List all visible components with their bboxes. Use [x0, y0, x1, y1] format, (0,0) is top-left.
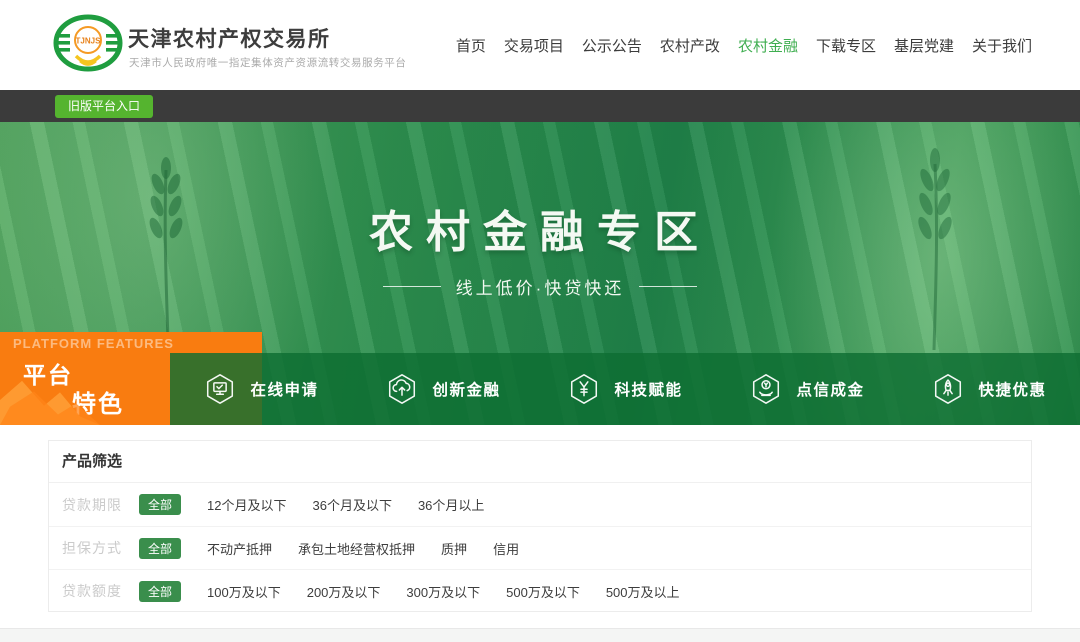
- filter-options: 100万及以下 200万及以下 300万及以下 500万及以下 500万及以上: [181, 582, 680, 601]
- nav-item[interactable]: 公示公告: [582, 35, 642, 56]
- filter-option[interactable]: 12个月及以下: [207, 495, 286, 514]
- filter-option[interactable]: 不动产抵押: [207, 539, 272, 558]
- feature-label: 科技赋能: [614, 378, 682, 400]
- old-platform-entry-button[interactable]: 旧版平台入口: [55, 95, 153, 118]
- feature-menu: 在线申请 创新金融: [170, 353, 1080, 425]
- filter-row-label: 担保方式: [62, 538, 139, 558]
- cloud-upload-icon: [385, 372, 419, 406]
- filter-option[interactable]: 300万及以下: [406, 582, 480, 601]
- filter-all-button[interactable]: 全部: [139, 581, 181, 602]
- filter-row: 贷款期限 全部 12个月及以下 36个月及以下 36个月以上: [49, 483, 1031, 526]
- site-header: TJNJS 天津农村产权交易所 天津市人民政府唯一指定集体资产资源流转交易服务平…: [0, 0, 1080, 90]
- filter-option[interactable]: 承包土地经营权抵押: [298, 539, 415, 558]
- ribbon-eyebrow: PLATFORM FEATURES: [13, 336, 174, 351]
- filter-row: 贷款额度 全部 100万及以下 200万及以下 300万及以下 500万及以下: [49, 569, 1031, 612]
- filter-option[interactable]: 500万及以下: [506, 582, 580, 601]
- hero-title: 农村金融专区: [0, 196, 1080, 260]
- hero-subtitle: 线上低价·快贷快还: [456, 274, 625, 299]
- filter-all-button[interactable]: 全部: [139, 538, 181, 559]
- hero-divider-right: [639, 286, 697, 287]
- feature-menu-item[interactable]: 点信成金: [716, 353, 898, 425]
- site-title: 天津农村产权交易所: [128, 23, 331, 53]
- site-logo-icon[interactable]: TJNJS: [52, 14, 124, 76]
- filter-option[interactable]: 36个月以上: [418, 495, 484, 514]
- filter-row: 担保方式 全部 不动产抵押 承包土地经营权抵押 质押 信用: [49, 526, 1031, 569]
- feature-menu-item[interactable]: 快捷优惠: [898, 353, 1080, 425]
- filter-option[interactable]: 36个月及以下: [312, 495, 391, 514]
- feature-label: 在线申请: [250, 378, 318, 400]
- nav-item[interactable]: 基层党建: [894, 35, 954, 56]
- nav-item[interactable]: 下载专区: [816, 35, 876, 56]
- feature-label: 创新金融: [432, 378, 500, 400]
- nav-item[interactable]: 交易项目: [504, 35, 564, 56]
- filter-panel-title: 产品筛选: [49, 441, 1031, 483]
- product-filter-panel: 产品筛选 贷款期限 全部 12个月及以下 36个月及以下 36个月以上: [48, 440, 1032, 612]
- page: TJNJS 天津农村产权交易所 天津市人民政府唯一指定集体资产资源流转交易服务平…: [0, 0, 1080, 642]
- nav-item[interactable]: 农村产改: [660, 35, 720, 56]
- filter-rows: 贷款期限 全部 12个月及以下 36个月及以下 36个月以上 担保方式: [49, 483, 1031, 612]
- feature-label: 快捷优惠: [978, 378, 1046, 400]
- hero-divider-left: [383, 286, 441, 287]
- monitor-icon: [203, 372, 237, 406]
- feature-menu-item[interactable]: 创新金融: [352, 353, 534, 425]
- filter-options: 不动产抵押 承包土地经营权抵押 质押 信用: [181, 539, 519, 558]
- feature-menu-item[interactable]: 在线申请: [170, 353, 352, 425]
- filter-option[interactable]: 质押: [441, 539, 467, 558]
- footer-strip: [0, 628, 1080, 642]
- filter-option[interactable]: 500万及以上: [606, 582, 680, 601]
- nav-item[interactable]: 农村金融: [738, 35, 798, 56]
- rocket-icon: [931, 372, 965, 406]
- svg-text:TJNJS: TJNJS: [76, 37, 102, 46]
- filter-option[interactable]: 100万及以下: [207, 582, 281, 601]
- nav-item[interactable]: 关于我们: [972, 35, 1032, 56]
- feature-label: 点信成金: [796, 378, 864, 400]
- filter-row-label: 贷款期限: [62, 495, 139, 515]
- filter-option[interactable]: 200万及以下: [307, 582, 381, 601]
- filter-option[interactable]: 信用: [493, 539, 519, 558]
- mountain-decoration: [0, 377, 100, 425]
- site-subtitle: 天津市人民政府唯一指定集体资产资源流转交易服务平台: [129, 55, 407, 70]
- hand-coin-icon: [749, 372, 783, 406]
- feature-menu-item[interactable]: 科技赋能: [534, 353, 716, 425]
- yuan-icon: [567, 372, 601, 406]
- filter-all-button[interactable]: 全部: [139, 494, 181, 515]
- nav-item[interactable]: 首页: [456, 35, 486, 56]
- filter-row-label: 贷款额度: [62, 581, 139, 601]
- filter-options: 12个月及以下 36个月及以下 36个月以上: [181, 495, 484, 514]
- hero-subtitle-row: 线上低价·快贷快还: [0, 274, 1080, 299]
- utility-bar: 旧版平台入口: [0, 90, 1080, 122]
- main-nav: 首页 交易项目 公示公告 农村产改 农村金融 下载专区 基层党建 关于我们: [456, 0, 1032, 90]
